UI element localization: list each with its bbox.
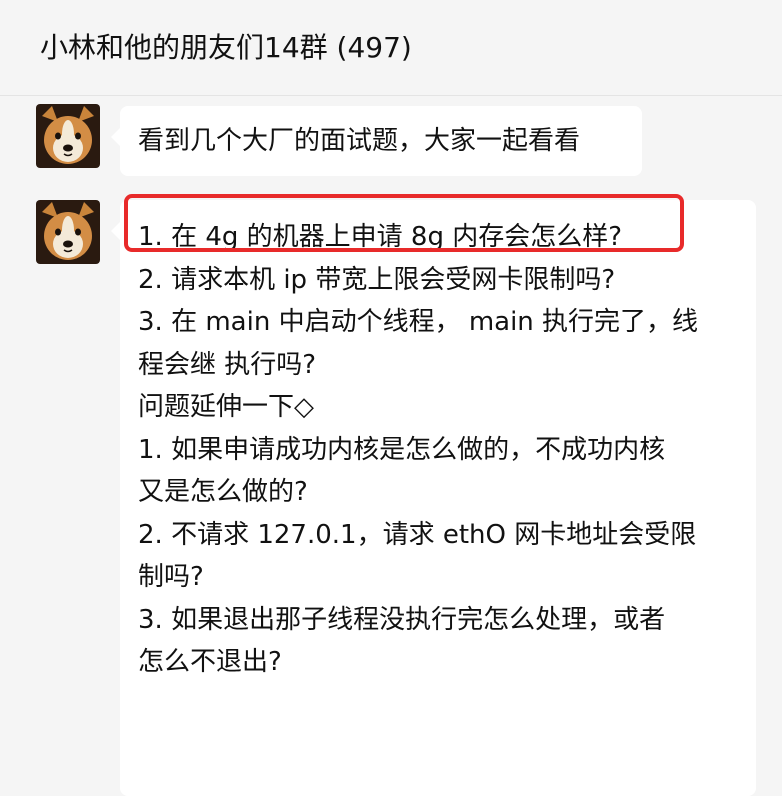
chat-header: 小林和他的朋友们14群 (497) (0, 0, 782, 96)
message-line: 程会继 执行吗? (138, 349, 317, 380)
message-list[interactable]: 看到几个大厂的面试题，大家一起看看 1. 在 4g 的机器上申请 8g 内存会怎… (0, 96, 782, 796)
message-bubble[interactable]: 看到几个大厂的面试题，大家一起看看 (111, 106, 642, 176)
message-line: 问题延伸一下◇ (138, 392, 314, 422)
message-line: 3. 在 main 中启动个线程， main 执行完了，线 (138, 307, 699, 337)
avatar[interactable] (36, 200, 100, 264)
chat-title[interactable]: 小林和他的朋友们14群 (497) (40, 28, 412, 68)
message-bubble[interactable]: 1. 在 4g 的机器上申请 8g 内存会怎么样? 2. 请求本机 ip 带宽上… (111, 200, 756, 796)
avatar[interactable] (36, 104, 100, 168)
message-text: 看到几个大厂的面试题，大家一起看看 (138, 126, 581, 156)
message-line: 又是怎么做的? (138, 477, 308, 507)
shiba-dog-avatar-icon (36, 104, 100, 168)
message-line: 2. 不请求 127.0.1，请求 ethO 网卡地址会受限 (138, 519, 697, 550)
message-line: 怎么不退出? (138, 647, 282, 677)
message-line: 1. 在 4g 的机器上申请 8g 内存会怎么样? (138, 222, 623, 252)
message-line: 1. 如果申请成功内核是怎么做的，不成功内核 (138, 434, 666, 465)
message-line: 制吗? (138, 562, 204, 592)
shiba-dog-avatar-icon (36, 200, 100, 264)
message-line: 2. 请求本机 ip 带宽上限会受网卡限制吗? (138, 264, 616, 295)
message-line: 3. 如果退出那子线程没执行完怎么处理，或者 (138, 604, 666, 635)
